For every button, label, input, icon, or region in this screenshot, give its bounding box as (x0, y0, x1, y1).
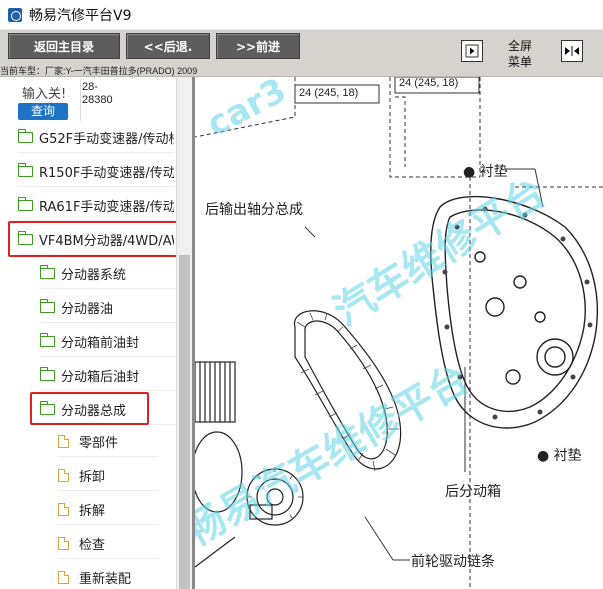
fullscreen-button[interactable] (561, 40, 583, 62)
folder-icon (40, 333, 55, 347)
search-label: 输入关! (22, 87, 67, 102)
label-gasket-top: ● 衬垫 (463, 164, 508, 180)
collapse-arrow-icon (465, 44, 479, 58)
tree-item-front-oil-seal[interactable]: 分动箱前油封 (40, 327, 176, 357)
search-button[interactable]: 查询 (18, 103, 68, 120)
tree-item-g52f[interactable]: G52F手动变速器/传动桥 (18, 123, 174, 153)
folder-icon (18, 129, 33, 143)
document-icon (58, 503, 69, 516)
folder-icon (40, 367, 55, 381)
toolbar: 返回主目录 <<后退. >>前进 全屏 菜单 当前车型：厂家:Y-一汽丰田普拉多… (0, 30, 603, 77)
tree-item-transfer-assembly[interactable]: 分动器总成 (40, 395, 176, 425)
scrollbar-thumb[interactable] (179, 255, 190, 589)
folder-icon (40, 265, 55, 279)
tree-item-transfer-oil[interactable]: 分动器油 (40, 293, 176, 323)
search-divider (80, 79, 81, 121)
label-rear-output-shaft: 后输出轴分总成 (205, 202, 303, 218)
tree-item-inspection[interactable]: 检查 (58, 529, 158, 559)
document-icon (58, 435, 69, 448)
tree-item-vf4bm[interactable]: VF4BM分动器/4WD/AWD (18, 225, 174, 255)
tree-item-transfer-system[interactable]: 分动器系统 (40, 259, 176, 289)
exploded-parts-drawing (195, 77, 603, 589)
tree-item-disassembly[interactable]: 拆解 (58, 495, 158, 525)
window-title: 畅易汽修平台V9 (29, 7, 132, 24)
document-icon (58, 571, 69, 584)
tree-item-rear-oil-seal[interactable]: 分动箱后油封 (40, 361, 176, 391)
label-gasket-right: ● 衬垫 (537, 448, 582, 464)
tree-item-removal[interactable]: 拆卸 (58, 461, 158, 491)
home-button[interactable]: 返回主目录 (8, 33, 120, 59)
folder-open-icon (40, 401, 55, 415)
torque-spec-right: 24 (245, 18) (399, 77, 459, 89)
sidebar-scrollbar[interactable] (176, 77, 192, 589)
collapse-menu-button[interactable] (461, 40, 483, 62)
fullscreen-arrows-icon (565, 46, 579, 56)
tree-item-ra61f[interactable]: RA61F手动变速器/传动桥 (18, 191, 174, 221)
app-icon (8, 7, 22, 22)
folder-icon (40, 299, 55, 313)
label-rear-transfer-case: 后分动箱 (445, 484, 501, 500)
tree-item-r150f[interactable]: R150F手动变速器/传动桥 (18, 157, 174, 187)
folder-icon (18, 163, 33, 177)
search-panel: 输入关! 查询 (0, 77, 176, 123)
label-front-drive-chain: 前轮驱动链条 (411, 554, 495, 570)
document-icon (58, 469, 69, 482)
back-button[interactable]: <<后退. (126, 33, 210, 59)
title-bar: 畅易汽修平台V9 (0, 0, 603, 30)
forward-button[interactable]: >>前进 (216, 33, 300, 59)
fullscreen-menu-label[interactable]: 全屏 菜单 (503, 38, 537, 70)
sidebar: 输入关! 查询 G52F手动变速器/传动桥 R150F手动变速器/传动桥 RA6… (0, 77, 192, 589)
document-icon (58, 537, 69, 550)
diagram-panel: 24 (245, 18) 24 (245, 18) 后输出轴分总成 ● 衬垫 ●… (195, 77, 603, 589)
tree-item-reassembly[interactable]: 重新装配 (58, 563, 158, 589)
current-car-model: 当前车型：厂家:Y-一汽丰田普拉多(PRADO) 2009 (0, 66, 198, 76)
folder-icon (18, 197, 33, 211)
torque-spec-left: 24 (245, 18) (299, 87, 359, 99)
tree-item-components[interactable]: 零部件 (58, 427, 158, 457)
search-input[interactable] (82, 81, 122, 119)
folder-open-icon (18, 231, 33, 245)
